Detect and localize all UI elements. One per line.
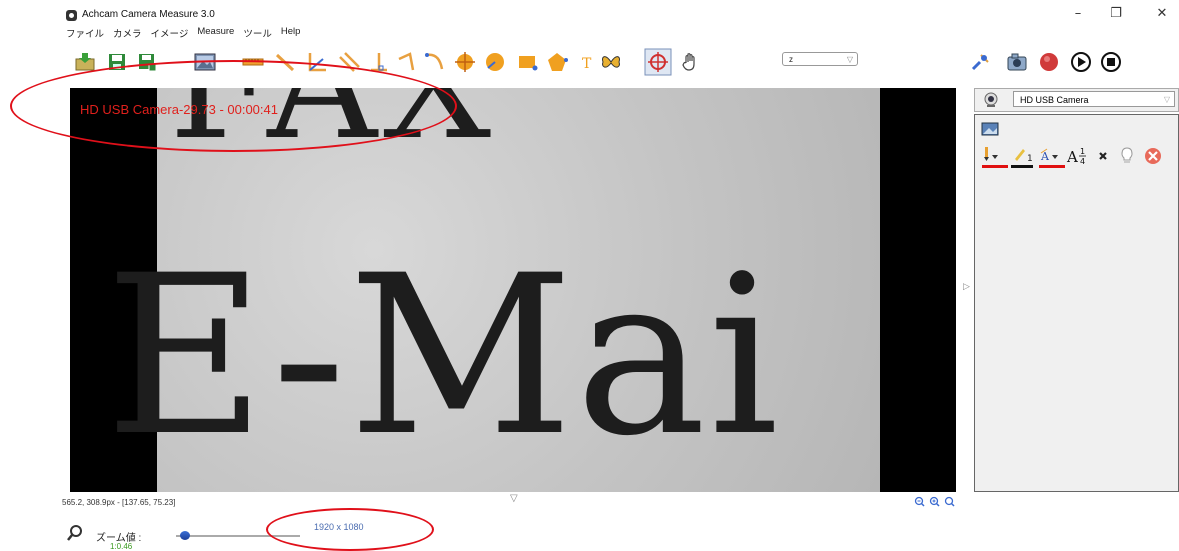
pen-color-icon[interactable]: [982, 147, 1008, 168]
save-icon[interactable]: [106, 51, 128, 73]
calibrate-icon[interactable]: [970, 51, 992, 73]
chevron-down-icon: ▽: [846, 55, 853, 64]
svg-text:1: 1: [1027, 154, 1033, 164]
polyline-icon[interactable]: [396, 51, 418, 73]
lightbulb-icon[interactable]: [1121, 147, 1133, 163]
ruler-icon[interactable]: [242, 51, 264, 73]
paper-text-main: E-Mai: [105, 228, 781, 484]
menu-tools[interactable]: ツール: [243, 26, 272, 40]
annotation-panel: 1 A A14: [974, 114, 1179, 492]
svg-text:A: A: [1040, 150, 1050, 163]
svg-text:4: 4: [1080, 157, 1085, 166]
snapshot-icon[interactable]: [1006, 51, 1028, 73]
butterfly-icon[interactable]: [600, 51, 622, 73]
angle-icon[interactable]: [306, 51, 328, 73]
toolbar: T: [66, 42, 1179, 84]
menu-bar: ファイル カメラ イメージ Measure ツール Help: [66, 26, 300, 40]
camera-frame: FAX E-Mai: [105, 88, 880, 492]
font-size-icon[interactable]: A 14: [1066, 147, 1086, 166]
annotation-tools-row: 1 A A 14: [982, 147, 1161, 168]
menu-camera[interactable]: カメラ: [113, 26, 142, 40]
text-icon[interactable]: T: [576, 51, 598, 73]
polygon-icon[interactable]: [546, 51, 568, 73]
minimize-button[interactable]: –: [1068, 6, 1088, 21]
camera-overlay-info: HD USB Camera-29.73 - 00:00:41: [80, 102, 278, 117]
app-camera-icon: [66, 10, 77, 21]
image-settings-icon[interactable]: [981, 122, 999, 136]
delete-selected-icon[interactable]: [1099, 152, 1107, 160]
cursor-coordinates: 565.2, 308.9px - [137.65, 75.23]: [62, 498, 176, 507]
play-icon[interactable]: [1070, 51, 1092, 73]
restore-button[interactable]: ❐: [1106, 6, 1126, 21]
zoom-ratio: 1:0.46: [110, 542, 133, 551]
save-as-icon[interactable]: [136, 51, 158, 73]
stop-icon[interactable]: [1100, 51, 1122, 73]
menu-image[interactable]: イメージ: [151, 26, 189, 40]
circle-icon[interactable]: [484, 51, 506, 73]
clear-all-icon[interactable]: [1145, 148, 1161, 164]
zoom-slider[interactable]: [176, 535, 300, 537]
zoom-select[interactable]: z ▽: [782, 52, 858, 66]
open-folder-icon[interactable]: [74, 51, 96, 73]
camera-select-value: HD USB Camera: [1020, 95, 1089, 105]
svg-text:A: A: [1066, 148, 1078, 166]
perpendicular-icon[interactable]: [368, 51, 390, 73]
crosshair-icon[interactable]: [644, 48, 672, 76]
zoom-in-icon[interactable]: [929, 496, 940, 507]
zoom-controls: [914, 496, 955, 507]
svg-text:T: T: [582, 56, 592, 72]
chevron-down-icon: ▽: [1163, 95, 1170, 104]
webcam-icon: [984, 92, 998, 107]
resolution-label: 1920 x 1080: [314, 522, 364, 532]
hand-icon[interactable]: [680, 51, 702, 73]
record-icon[interactable]: [1038, 51, 1060, 73]
chevron-down-icon[interactable]: ▽: [510, 493, 518, 504]
zoom-out-icon[interactable]: [914, 496, 925, 507]
zoom-select-value: z: [789, 55, 793, 64]
menu-measure[interactable]: Measure: [197, 26, 234, 40]
zoom-row: ズーム値 : 1:0.46 1920 x 1080: [62, 512, 972, 551]
menu-help[interactable]: Help: [281, 26, 301, 40]
magnifier-icon: [67, 525, 82, 541]
line-width-icon[interactable]: 1: [1011, 149, 1033, 168]
line-icon[interactable]: [274, 51, 296, 73]
curve-icon[interactable]: [424, 51, 446, 73]
image-icon[interactable]: [194, 51, 216, 73]
paper-text-top: FAX: [169, 88, 497, 173]
circle-center-icon[interactable]: [454, 51, 476, 73]
window-title: Achcam Camera Measure 3.0: [82, 9, 215, 20]
zoom-slider-knob[interactable]: [179, 531, 190, 540]
rectangle-icon[interactable]: [516, 51, 538, 73]
title-bar: Achcam Camera Measure 3.0 – ❐ ✕: [0, 0, 1179, 22]
parallel-lines-icon[interactable]: [338, 51, 360, 73]
svg-text:1: 1: [1080, 147, 1085, 156]
camera-select[interactable]: HD USB Camera ▽: [1013, 91, 1175, 107]
zoom-fit-icon[interactable]: [944, 496, 955, 507]
camera-preview[interactable]: FAX E-Mai HD USB Camera-29.73 - 00:00:41: [70, 88, 956, 492]
close-button[interactable]: ✕: [1152, 6, 1172, 21]
menu-file[interactable]: ファイル: [66, 26, 104, 40]
panel-collapse-icon[interactable]: ▷: [963, 282, 970, 292]
status-bar: 565.2, 308.9px - [137.65, 75.23] ▽: [62, 493, 972, 510]
text-color-icon[interactable]: A: [1039, 148, 1065, 168]
